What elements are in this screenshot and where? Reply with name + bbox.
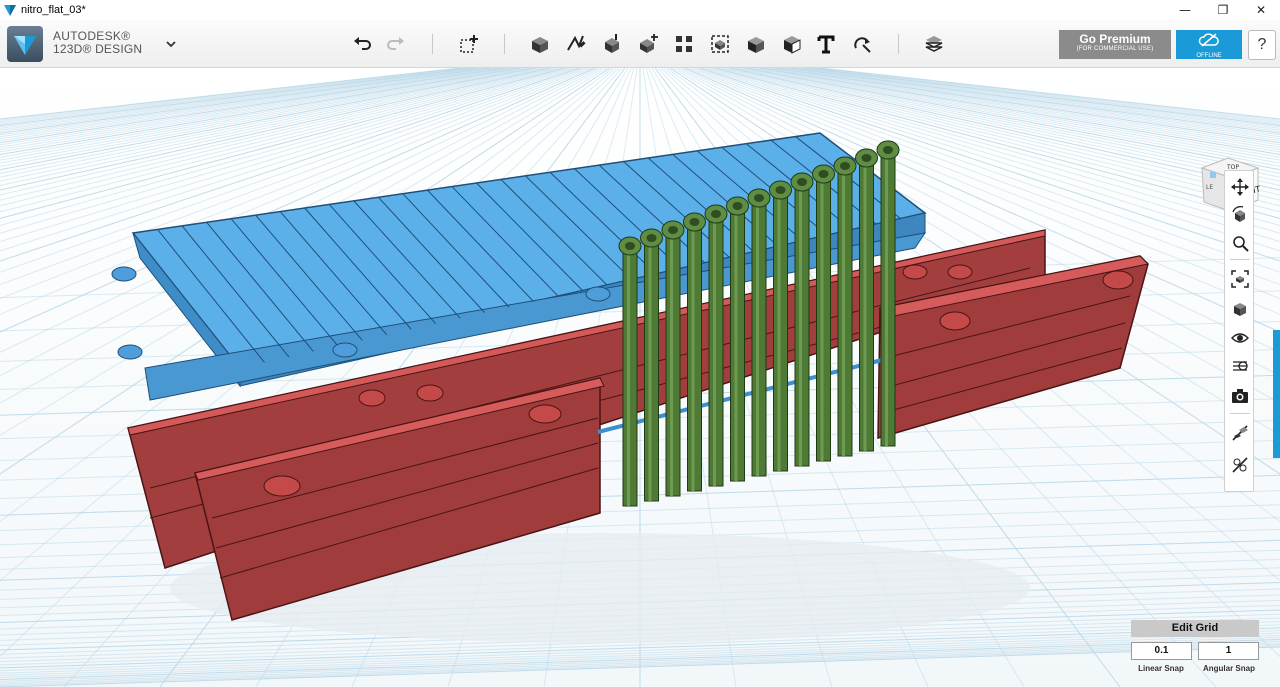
green-tube-hole	[883, 146, 893, 154]
edit-grid-button[interactable]: Edit Grid	[1131, 620, 1259, 637]
green-tube-hole	[861, 154, 872, 162]
green-tube-highlight	[820, 174, 824, 461]
cloud-offline-icon	[1198, 33, 1219, 47]
camera-icon[interactable]	[1228, 384, 1252, 408]
green-tube-hole	[797, 178, 807, 186]
toolbar-separator	[504, 34, 505, 54]
premium-subtitle: (FOR COMMERCIAL USE)	[1076, 46, 1154, 52]
green-tube-highlight	[734, 206, 738, 481]
go-premium-button[interactable]: Go Premium (FOR COMMERCIAL USE)	[1059, 30, 1171, 59]
title-bar: nitro_flat_03* — ❐ ✕	[0, 0, 1280, 20]
main-toolbar: AUTODESK® 123D® DESIGN Go Premium (FOR C…	[0, 20, 1280, 68]
green-tube-hole	[668, 226, 678, 234]
green-tube-hole	[625, 242, 635, 250]
linear-snap-label: Linear Snap	[1138, 664, 1184, 673]
green-tube-highlight	[670, 230, 673, 496]
green-tube-hole	[711, 210, 721, 218]
green-tube-highlight	[885, 150, 888, 446]
grid-editor-panel: Edit Grid 0.1 1 Linear Snap Angular Snap	[1130, 620, 1260, 682]
maximize-button[interactable]: ❐	[1204, 0, 1242, 20]
green-tube-hole	[840, 162, 850, 170]
primitives-icon[interactable]	[457, 32, 481, 56]
green-tube-highlight	[777, 190, 781, 471]
green-tube-hole	[732, 202, 743, 210]
combine-icon[interactable]	[744, 32, 768, 56]
green-tube-highlight	[756, 198, 759, 476]
fit-icon[interactable]	[1228, 267, 1252, 291]
brand-name: AUTODESK® 123D® DESIGN	[53, 30, 142, 56]
views-icon[interactable]	[1228, 297, 1252, 321]
nav-separator	[1230, 413, 1250, 414]
scene-canvas[interactable]	[0, 68, 1280, 687]
app-window: nitro_flat_03* — ❐ ✕ AUTODESK® 123D® DES…	[0, 0, 1280, 687]
chevron-down-icon[interactable]	[164, 37, 178, 51]
green-tube-hole	[689, 218, 700, 226]
green-tube-hole	[775, 186, 786, 194]
modify-icon[interactable]	[636, 32, 660, 56]
grouping-icon[interactable]	[708, 32, 732, 56]
material-icon[interactable]	[922, 32, 946, 56]
nav-separator	[1230, 259, 1250, 260]
offline-label: OFFLINE	[1196, 53, 1222, 59]
zoom-icon[interactable]	[1228, 231, 1252, 255]
construct-icon[interactable]	[600, 32, 624, 56]
visibility-eye-icon[interactable]	[1228, 326, 1252, 350]
logo-icon	[14, 36, 36, 55]
materials-icon[interactable]	[1228, 354, 1252, 378]
app-menu-logo[interactable]	[7, 26, 43, 62]
angular-snap-label: Angular Snap	[1202, 664, 1255, 673]
text-icon[interactable]	[814, 32, 838, 56]
green-tube-highlight	[713, 214, 716, 486]
green-tube-highlight	[691, 222, 695, 491]
green-tube-hole	[818, 170, 829, 178]
measure-icon[interactable]	[780, 32, 804, 56]
help-button[interactable]: ?	[1248, 30, 1276, 60]
toolbar-separator	[898, 34, 899, 54]
redo-icon[interactable]	[384, 32, 408, 56]
brand-line-2: 123D® DESIGN	[53, 42, 143, 56]
premium-title: Go Premium	[1079, 32, 1151, 46]
snap-edit-icon[interactable]	[1228, 421, 1252, 445]
angular-snap-input[interactable]: 1	[1198, 642, 1259, 660]
3d-viewport[interactable]: TOP FRONT LE Edit Grid 0.1 1 Linear Snap	[0, 68, 1280, 687]
window-title: nitro_flat_03*	[21, 4, 86, 16]
toolbar-separator	[432, 34, 433, 54]
offline-button[interactable]: OFFLINE	[1176, 30, 1242, 59]
sketch-icon[interactable]	[564, 32, 588, 56]
minimize-button[interactable]: —	[1166, 0, 1204, 20]
app-logo-icon	[4, 5, 16, 16]
green-tube-hole	[646, 234, 657, 242]
undo-icon[interactable]	[350, 32, 374, 56]
pan-icon[interactable]	[1228, 175, 1252, 199]
close-button[interactable]: ✕	[1242, 0, 1280, 20]
side-panel-tab[interactable]	[1273, 330, 1280, 458]
green-tube-highlight	[863, 158, 867, 451]
linear-snap-input[interactable]: 0.1	[1131, 642, 1192, 660]
sketch-box-icon[interactable]	[528, 32, 552, 56]
snap-icon[interactable]	[850, 32, 874, 56]
viewcube-left-label: LE	[1206, 184, 1213, 191]
green-tube-hole	[754, 194, 764, 202]
navigation-bar	[1224, 170, 1254, 492]
green-tube-highlight	[648, 238, 652, 501]
green-tube-highlight	[842, 166, 845, 456]
material-edit-icon[interactable]	[1228, 453, 1252, 477]
orbit-icon[interactable]	[1228, 203, 1252, 227]
green-tube-highlight	[799, 182, 802, 466]
green-tube-highlight	[627, 246, 630, 506]
pattern-icon[interactable]	[672, 32, 696, 56]
